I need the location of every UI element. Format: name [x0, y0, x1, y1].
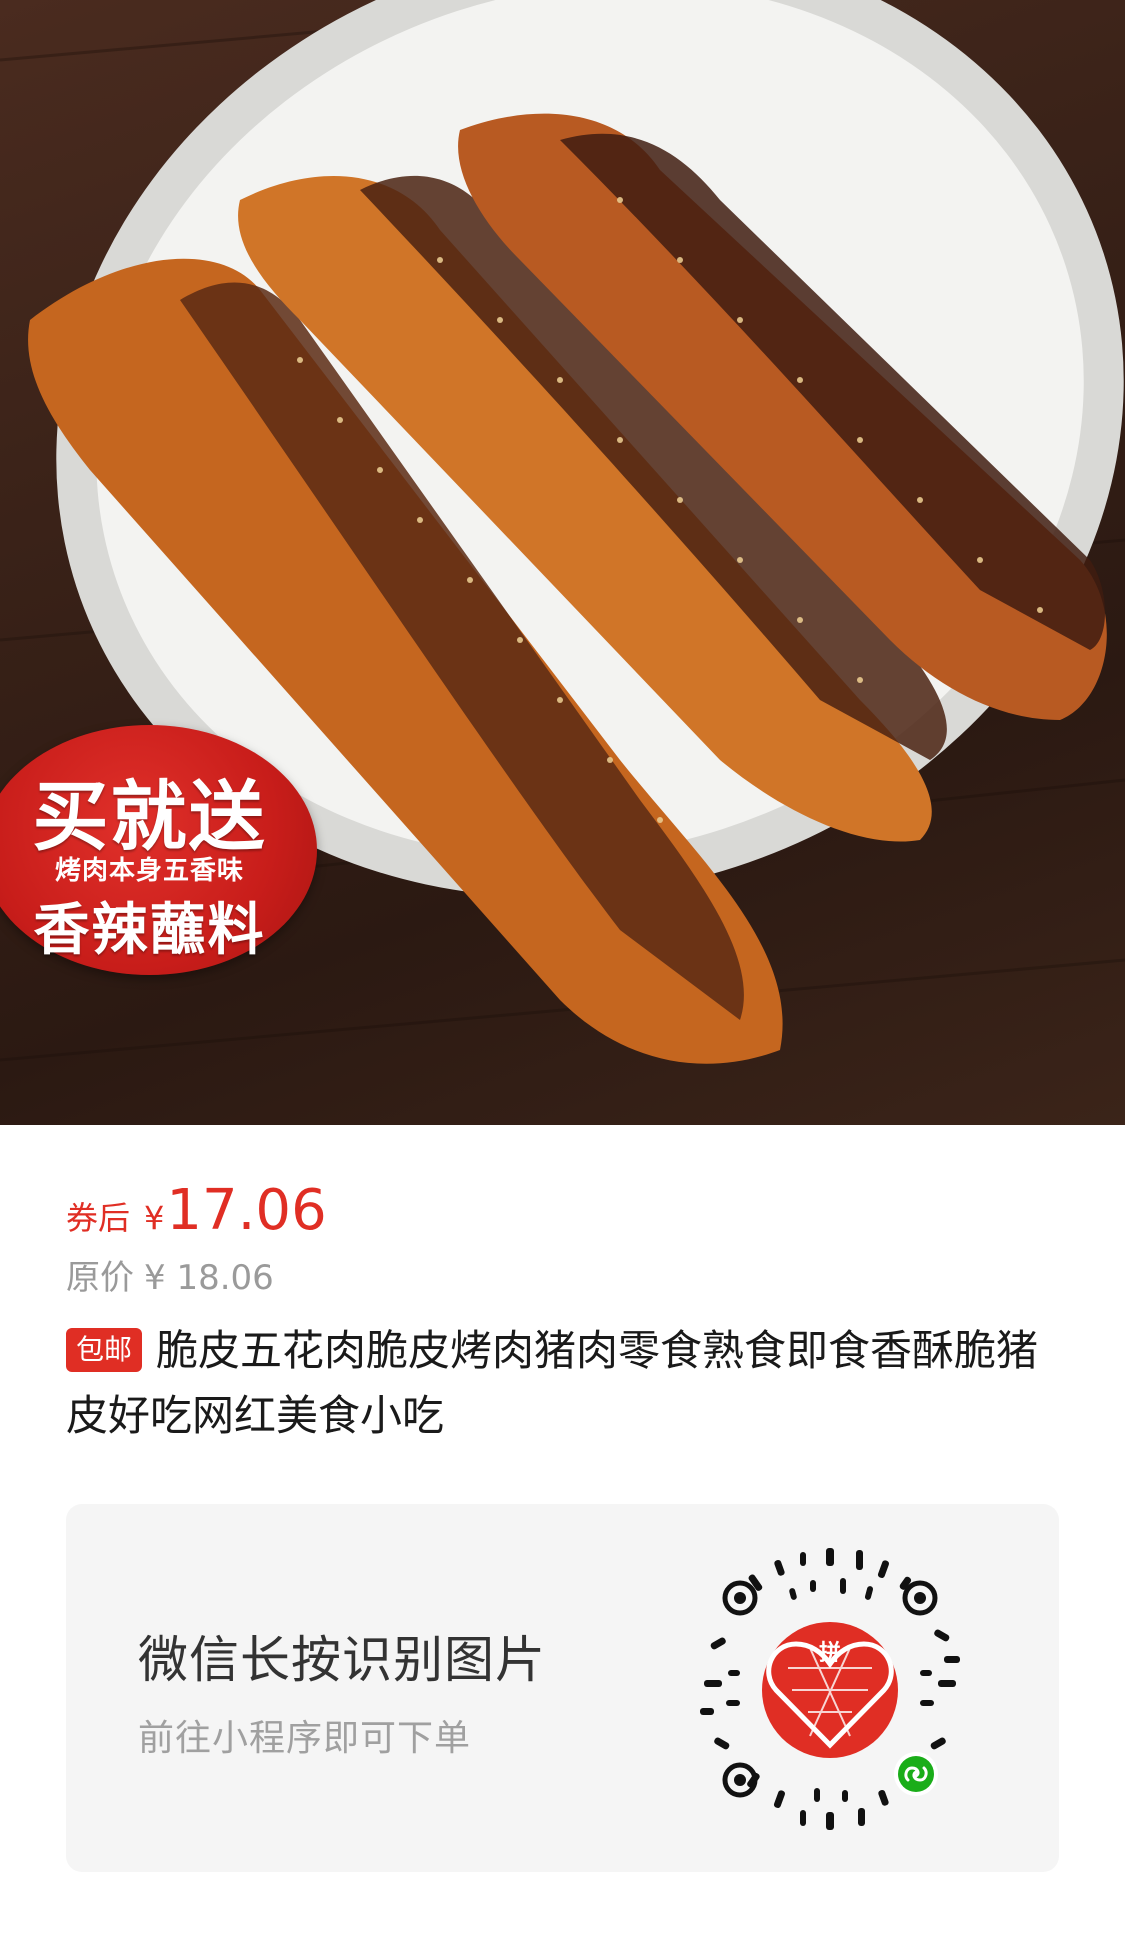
qr-card-subheading: 前往小程序即可下单 [138, 1718, 472, 1759]
product-image[interactable]: 买就送 烤肉本身五香味 香辣蘸料 [0, 0, 1125, 1125]
svg-text:拼: 拼 [819, 1640, 841, 1666]
qr-card-heading: 微信长按识别图片 [138, 1631, 546, 1689]
miniprogram-qr-icon[interactable]: 拼 [680, 1540, 980, 1840]
qr-card[interactable]: 微信长按识别图片 前往小程序即可下单 拼 [66, 1504, 1059, 1872]
product-title[interactable]: 包邮 脆皮五花肉脆皮烤肉猪肉零食熟食即食香酥脆猪皮好吃网红美食小吃 [66, 1318, 1056, 1448]
price-row: 券后 ¥ 17.06 [66, 1178, 327, 1243]
wechat-miniprogram-icon [898, 1756, 934, 1792]
promo-badge-headline: 买就送 [32, 772, 267, 861]
currency-symbol: ¥ [144, 1199, 165, 1237]
promo-badge-gift: 香辣蘸料 [33, 898, 266, 963]
original-price-row: 原价 ¥ 18.06 [66, 1250, 284, 1299]
coupon-price: 17.06 [166, 1178, 327, 1243]
promo-badge-subline: 烤肉本身五香味 [54, 856, 244, 886]
original-price-label: 原价 [66, 1258, 134, 1298]
coupon-price-label: 券后 [66, 1199, 131, 1237]
free-shipping-tag: 包邮 [66, 1328, 143, 1372]
promo-badge: 买就送 烤肉本身五香味 香辣蘸料 [0, 725, 317, 975]
original-price: ¥ 18.06 [144, 1258, 274, 1298]
product-title-text: 脆皮五花肉脆皮烤肉猪肉零食熟食即食香酥脆猪皮好吃网红美食小吃 [66, 1326, 1039, 1440]
